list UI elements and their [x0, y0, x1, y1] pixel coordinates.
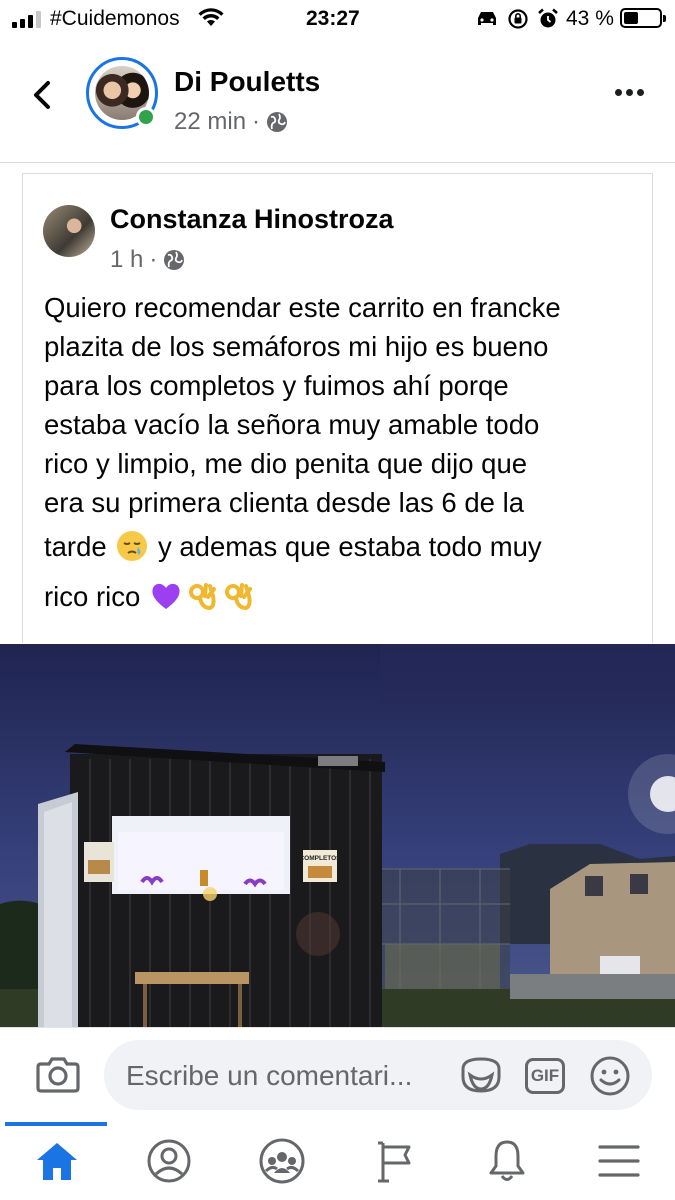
shared-post: Constanza Hinostroza 1 h · Quiero recome…: [22, 173, 653, 643]
post-photo[interactable]: COMPLETOS: [0, 644, 675, 1027]
post-text-line: Quiero recomendar este carrito en franck…: [44, 292, 561, 323]
post-text-line: rico rico: [44, 572, 644, 622]
wifi-icon: [198, 8, 224, 33]
shared-author-name[interactable]: Constanza Hinostroza: [110, 204, 394, 235]
globe-icon: [267, 112, 288, 132]
gif-button[interactable]: GIF: [525, 1058, 565, 1094]
carrier-label: #Cuidemonos: [50, 7, 180, 30]
meta-separator: ·: [149, 246, 158, 273]
nav-pages[interactable]: [370, 1136, 420, 1186]
active-tab-indicator: [5, 1122, 107, 1126]
comment-placeholder: Escribe un comentari...: [126, 1060, 413, 1091]
camera-icon: [36, 1057, 80, 1093]
orientation-lock-icon: [508, 9, 528, 29]
post-text-line: rico y limpio, me dio penita que dijo qu…: [44, 448, 528, 479]
pages-flag-icon: [378, 1141, 411, 1183]
post-text-line: estaba vacío la señora muy amable todo: [44, 409, 540, 440]
nav-home[interactable]: [32, 1136, 82, 1186]
back-button[interactable]: [30, 80, 54, 115]
sticker-button[interactable]: [459, 1055, 503, 1100]
post-body-text: Quiero recomendar este carrito en franck…: [44, 288, 644, 622]
nav-groups[interactable]: [257, 1136, 307, 1186]
shared-post-time: 1 h: [110, 246, 144, 273]
online-status-dot: [136, 107, 156, 127]
battery-percentage: 43 %: [566, 7, 614, 30]
post-text-line: era su primera clienta desde las 6 de la: [44, 487, 524, 518]
post-meta: 22 min ·: [174, 108, 288, 136]
post-header: Di Pouletts 22 min ·: [0, 40, 675, 163]
status-bar: #Cuidemonos 23:27 43 %: [0, 0, 675, 40]
groups-icon: [259, 1138, 305, 1184]
smiley-icon: [590, 1056, 630, 1096]
ok-hand-emoji: [224, 583, 252, 611]
shared-post-meta: 1 h ·: [110, 246, 185, 274]
nav-notifications[interactable]: [482, 1136, 532, 1186]
alarm-icon: [538, 8, 558, 28]
post-time: 22 min: [174, 108, 247, 135]
post-text-fragment: y ademas que estaba todo muy: [157, 531, 542, 562]
profile-icon: [147, 1139, 191, 1183]
post-text-line: tarde y ademas que estaba todo muy: [44, 522, 644, 572]
post-text-fragment: tarde: [44, 531, 107, 562]
menu-icon: [598, 1145, 640, 1177]
ok-hand-emoji: [188, 583, 216, 611]
camera-button[interactable]: [35, 1054, 81, 1099]
nav-profile[interactable]: [144, 1136, 194, 1186]
sleepy-face-emoji: [117, 531, 148, 561]
globe-icon: [164, 250, 185, 270]
post-text-line: para los completos y fuimos ahí porqe: [44, 370, 509, 401]
post-text-fragment: rico rico: [44, 581, 141, 612]
shared-author-avatar[interactable]: [43, 205, 95, 257]
comment-bar: Escribe un comentari... GIF: [0, 1027, 675, 1123]
chevron-left-icon: [34, 81, 50, 109]
clock: 23:27: [306, 7, 360, 30]
home-icon: [37, 1143, 77, 1180]
nav-menu[interactable]: [594, 1136, 644, 1186]
bottom-nav: [0, 1122, 675, 1200]
post-text-line: plazita de los semáforos mi hijo es buen…: [44, 331, 549, 362]
more-options-button[interactable]: [615, 89, 644, 96]
poster-name[interactable]: Di Pouletts: [174, 66, 320, 98]
car-icon: [478, 12, 496, 25]
notifications-bell-icon: [489, 1140, 525, 1181]
purple-heart-emoji: [152, 583, 180, 609]
comment-input[interactable]: Escribe un comentari... GIF: [104, 1040, 652, 1110]
emoji-button[interactable]: [589, 1055, 631, 1102]
sticker-icon: [461, 1057, 501, 1093]
cellular-signal-icon: [12, 11, 41, 28]
battery-icon: [620, 8, 666, 28]
meta-separator: ·: [252, 108, 261, 135]
completos-sign: COMPLETOS: [299, 855, 341, 862]
